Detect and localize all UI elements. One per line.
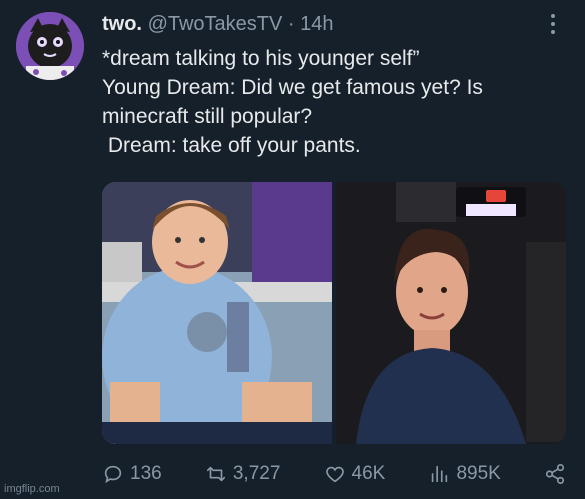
- tweet-header: two. @TwoTakesTV · 14h: [102, 12, 545, 36]
- handle[interactable]: @TwoTakesTV: [148, 13, 283, 35]
- share-icon: [545, 464, 565, 484]
- watermark: imgflip.com: [4, 483, 60, 495]
- media-grid: [102, 182, 566, 444]
- reply-icon: [104, 465, 122, 484]
- retweet-button[interactable]: 3,727: [205, 463, 281, 485]
- share-button[interactable]: [544, 463, 566, 485]
- reply-count: 136: [130, 463, 162, 484]
- views-icon: [432, 465, 448, 483]
- separator-dot: ·: [287, 13, 295, 35]
- heart-icon: [325, 466, 344, 483]
- avatar[interactable]: [16, 12, 84, 80]
- timestamp[interactable]: 14h: [300, 13, 333, 35]
- young-dream-photo[interactable]: [102, 182, 332, 444]
- views-button[interactable]: 895K: [428, 463, 501, 485]
- like-count: 46K: [351, 463, 386, 484]
- display-name[interactable]: two.: [102, 13, 142, 35]
- view-count: 895K: [456, 463, 501, 484]
- more-options-icon[interactable]: [549, 14, 557, 38]
- tweet-actions: 136 3,727 46K 895K: [102, 460, 566, 488]
- retweet-count: 3,727: [232, 463, 281, 484]
- tweet-text: *dream talking to his younger self” Youn…: [102, 47, 483, 157]
- like-button[interactable]: 46K: [324, 463, 386, 485]
- dream-photo[interactable]: [336, 182, 566, 444]
- cat-avatar-icon: [16, 12, 84, 80]
- reply-button[interactable]: 136: [102, 463, 162, 485]
- retweet-icon: [206, 466, 225, 482]
